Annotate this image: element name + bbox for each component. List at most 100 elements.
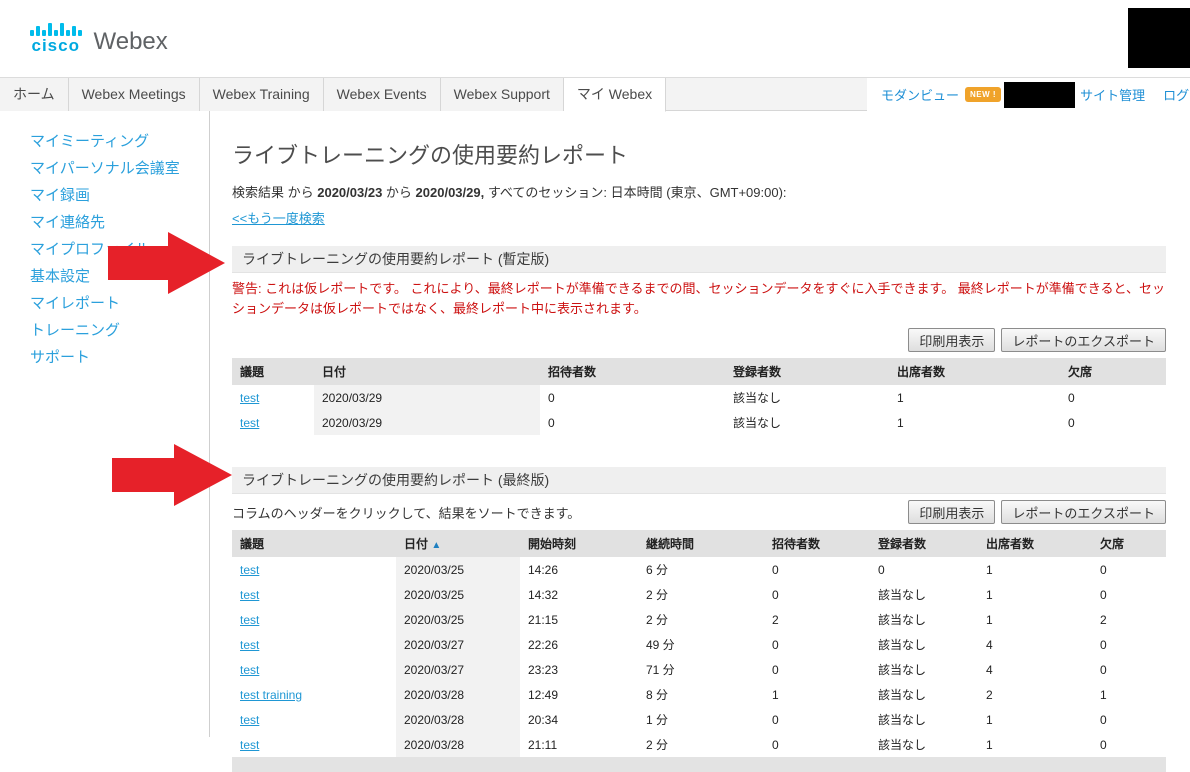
- table-row: test2020/03/2514:322 分0該当なし10: [232, 582, 1166, 607]
- data-cell: 2020/03/28: [396, 682, 520, 707]
- main-content: ライブトレーニングの使用要約レポート 検索結果 から 2020/03/23 から…: [232, 111, 1166, 772]
- search-date-from: 2020/03/23: [317, 185, 382, 200]
- session-topic-link[interactable]: test: [240, 713, 259, 727]
- provisional-warning-text: 警告: これは仮レポートです。 これにより、最終レポートが準備できるまでの間、セ…: [232, 279, 1166, 319]
- session-topic-link[interactable]: test: [240, 588, 259, 602]
- data-cell: 6 分: [638, 557, 764, 582]
- data-cell: 0: [1092, 582, 1166, 607]
- data-cell: 8 分: [638, 682, 764, 707]
- data-cell: 0: [764, 632, 870, 657]
- data-cell: 2 分: [638, 607, 764, 632]
- sort-ascending-icon: ▲: [431, 540, 441, 551]
- data-cell: 0: [1060, 410, 1166, 435]
- data-cell: 2020/03/29: [314, 410, 540, 435]
- redaction-box: [1128, 8, 1190, 68]
- topic-cell: test: [232, 385, 314, 410]
- printer-friendly-button[interactable]: 印刷用表示: [908, 500, 995, 524]
- tab-webex-training[interactable]: Webex Training: [200, 78, 324, 111]
- data-cell: 21:11: [520, 732, 638, 757]
- data-cell: 4: [978, 657, 1092, 682]
- new-badge: NEW !: [965, 87, 1001, 102]
- column-header[interactable]: 招待者数: [764, 530, 870, 557]
- data-cell: 1: [889, 385, 1060, 410]
- cisco-wordmark: cisco: [32, 38, 80, 53]
- column-header[interactable]: 開始時刻: [520, 530, 638, 557]
- topic-cell: test: [232, 557, 396, 582]
- data-cell: 0: [764, 707, 870, 732]
- sidebar-item-my-meetings[interactable]: マイミーティング: [30, 128, 209, 155]
- data-cell: 2020/03/28: [396, 707, 520, 732]
- data-cell: 1: [978, 607, 1092, 632]
- data-cell: 1: [764, 682, 870, 707]
- data-cell: 2: [764, 607, 870, 632]
- data-cell: 該当なし: [870, 632, 978, 657]
- column-header: 議題: [232, 358, 314, 385]
- topic-cell: test: [232, 632, 396, 657]
- data-cell: 該当なし: [870, 732, 978, 757]
- search-date-to: 2020/03/29,: [416, 185, 485, 200]
- export-report-button[interactable]: レポートのエクスポート: [1001, 328, 1166, 352]
- search-again-link[interactable]: <<もう一度検索: [232, 210, 325, 228]
- data-cell: 0: [764, 657, 870, 682]
- sidebar-item-my-recordings[interactable]: マイ録画: [30, 182, 209, 209]
- table-row: test2020/03/2521:152 分2該当なし12: [232, 607, 1166, 632]
- data-cell: 0: [540, 410, 725, 435]
- session-topic-link[interactable]: test: [240, 563, 259, 577]
- search-summary-prefix: 検索結果 から: [232, 185, 317, 200]
- session-topic-link[interactable]: test: [240, 738, 259, 752]
- provisional-report-heading: ライブトレーニングの使用要約レポート (暫定版): [232, 246, 1166, 273]
- column-header[interactable]: 議題: [232, 530, 396, 557]
- tab-my-webex[interactable]: マイ Webex: [564, 78, 666, 112]
- topic-cell: test: [232, 582, 396, 607]
- column-header: 欠席: [1060, 358, 1166, 385]
- modern-view-link[interactable]: モダンビュー: [881, 85, 959, 104]
- tab-webex-meetings[interactable]: Webex Meetings: [69, 78, 200, 111]
- data-cell: 2020/03/25: [396, 582, 520, 607]
- page-header: cisco Webex: [0, 0, 1190, 77]
- tab-home[interactable]: ホーム: [0, 78, 69, 111]
- printer-friendly-button[interactable]: 印刷用表示: [908, 328, 995, 352]
- sidebar-item-training[interactable]: トレーニング: [30, 317, 209, 344]
- data-cell: 0: [870, 557, 978, 582]
- top-navigation: ホーム Webex Meetings Webex Training Webex …: [0, 77, 1190, 111]
- data-cell: 該当なし: [870, 707, 978, 732]
- data-cell: 0: [764, 582, 870, 607]
- session-topic-link[interactable]: test: [240, 613, 259, 627]
- session-topic-link[interactable]: test: [240, 663, 259, 677]
- cisco-bars-icon: [30, 22, 82, 36]
- final-report-table: 議題日付 ▲開始時刻継続時間招待者数登録者数出席者数欠席 test 2020/03/…: [232, 530, 1166, 757]
- logout-link[interactable]: ログアウト: [1163, 85, 1190, 104]
- session-topic-link[interactable]: test: [240, 638, 259, 652]
- sidebar: マイミーティング マイパーソナル会議室 マイ録画 マイ連絡先 マイプロファイル …: [0, 111, 210, 737]
- tab-webex-events[interactable]: Webex Events: [324, 78, 441, 111]
- session-topic-link[interactable]: test training: [240, 688, 302, 702]
- topic-cell: test training: [232, 682, 396, 707]
- site-admin-link[interactable]: サイト管理: [1080, 85, 1145, 104]
- session-topic-link[interactable]: test: [240, 391, 259, 405]
- column-header[interactable]: 日付 ▲: [396, 530, 520, 557]
- session-topic-link[interactable]: test: [240, 416, 259, 430]
- export-report-button[interactable]: レポートのエクスポート: [1001, 500, 1166, 524]
- data-cell: 0: [1092, 657, 1166, 682]
- data-cell: 2020/03/28: [396, 732, 520, 757]
- data-cell: 14:32: [520, 582, 638, 607]
- data-cell: 0: [1092, 707, 1166, 732]
- tab-webex-support[interactable]: Webex Support: [441, 78, 564, 111]
- data-cell: 1: [978, 707, 1092, 732]
- data-cell: 49 分: [638, 632, 764, 657]
- column-header[interactable]: 出席者数: [978, 530, 1092, 557]
- page-title: ライブトレーニングの使用要約レポート: [232, 141, 1166, 171]
- sidebar-item-my-personal-room[interactable]: マイパーソナル会議室: [30, 155, 209, 182]
- data-cell: 0: [540, 385, 725, 410]
- annotation-arrow-icon: [108, 231, 226, 295]
- table-row: test2020/03/2514:266 分0010: [232, 557, 1166, 582]
- column-header[interactable]: 継続時間: [638, 530, 764, 557]
- data-cell: 2020/03/25: [396, 557, 520, 582]
- column-header[interactable]: 登録者数: [870, 530, 978, 557]
- data-cell: 該当なし: [725, 410, 889, 435]
- column-header[interactable]: 欠席: [1092, 530, 1166, 557]
- table-header-row: 議題日付 ▲開始時刻継続時間招待者数登録者数出席者数欠席: [232, 530, 1166, 557]
- data-cell: 14:26: [520, 557, 638, 582]
- nav-utility-links: モダンビュー NEW ! サイト管理 ログアウト: [867, 78, 1190, 111]
- sidebar-item-support[interactable]: サポート: [30, 344, 209, 371]
